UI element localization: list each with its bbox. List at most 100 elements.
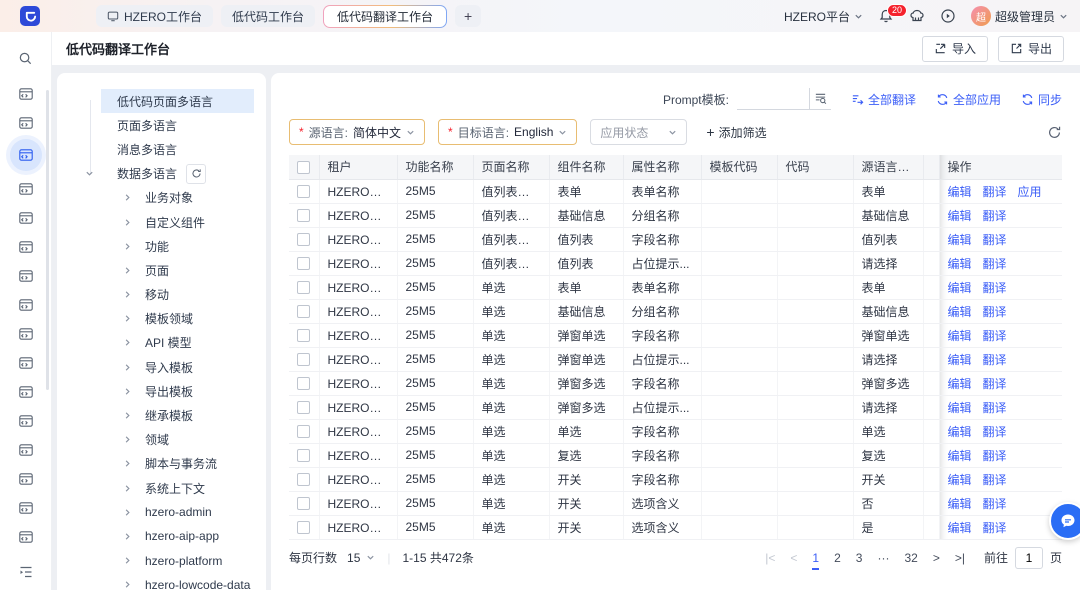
- menu-item-页面多语言[interactable]: 页面多语言: [57, 113, 266, 137]
- row-checkbox[interactable]: [297, 281, 310, 294]
- row-checkbox[interactable]: [297, 353, 310, 366]
- chevron-right-icon[interactable]: [123, 242, 132, 251]
- menu-item-hzero-lowcode-data[interactable]: hzero-lowcode-data: [57, 573, 266, 590]
- row-checkbox[interactable]: [297, 425, 310, 438]
- page-code-icon[interactable]: [10, 174, 42, 203]
- chevron-right-icon[interactable]: [123, 435, 132, 444]
- sliders-icon[interactable]: [10, 406, 42, 435]
- action-link-翻译[interactable]: 翻译: [983, 209, 1007, 223]
- action-link-编辑[interactable]: 编辑: [948, 257, 972, 271]
- row-checkbox[interactable]: [297, 209, 310, 222]
- row-checkbox[interactable]: [297, 305, 310, 318]
- page-number-2[interactable]: 2: [834, 551, 841, 565]
- action-link-翻译[interactable]: 翻译: [983, 473, 1007, 487]
- menu-refresh-button[interactable]: [186, 164, 206, 184]
- menu-item-导入模板[interactable]: 导入模板: [57, 355, 266, 379]
- form-list-icon[interactable]: [10, 319, 42, 348]
- chevron-right-icon[interactable]: [123, 338, 132, 347]
- action-link-翻译[interactable]: 翻译: [983, 521, 1007, 535]
- menu-item-数据多语言[interactable]: 数据多语言: [57, 162, 266, 186]
- action-link-翻译[interactable]: 翻译: [983, 305, 1007, 319]
- action-link-编辑[interactable]: 编辑: [948, 233, 972, 247]
- action-link-翻译[interactable]: 翻译: [983, 497, 1007, 511]
- page-number-32[interactable]: 32: [904, 551, 917, 565]
- menu-item-API-模型[interactable]: API 模型: [57, 331, 266, 355]
- sync-button[interactable]: 同步: [1021, 91, 1062, 108]
- prompt-template-input[interactable]: [737, 89, 809, 109]
- row-checkbox[interactable]: [297, 497, 310, 510]
- row-checkbox[interactable]: [297, 521, 310, 534]
- row-checkbox[interactable]: [297, 473, 310, 486]
- action-link-编辑[interactable]: 编辑: [948, 281, 972, 295]
- action-link-编辑[interactable]: 编辑: [948, 305, 972, 319]
- menu-item-模板领域[interactable]: 模板领域: [57, 307, 266, 331]
- menu-item-hzero-admin[interactable]: hzero-admin: [57, 500, 266, 524]
- select-all-checkbox[interactable]: [297, 161, 310, 174]
- action-link-编辑[interactable]: 编辑: [948, 329, 972, 343]
- translate-all-button[interactable]: 全部翻译: [851, 91, 916, 108]
- sitemap-icon[interactable]: [10, 290, 42, 319]
- export-button[interactable]: 导出: [998, 36, 1064, 62]
- row-checkbox[interactable]: [297, 233, 310, 246]
- chevron-down-icon[interactable]: [85, 169, 94, 178]
- import-template-icon[interactable]: [10, 377, 42, 406]
- rows-per-page-select[interactable]: 15: [347, 551, 375, 565]
- action-link-翻译[interactable]: 翻译: [983, 281, 1007, 295]
- chevron-right-icon[interactable]: [123, 387, 132, 396]
- mail-settings-icon[interactable]: [10, 232, 42, 261]
- chevron-right-icon[interactable]: [123, 290, 132, 299]
- chat-assistant-button[interactable]: [1049, 502, 1080, 540]
- last-page-button[interactable]: >|: [955, 551, 965, 565]
- action-link-编辑[interactable]: 编辑: [948, 209, 972, 223]
- folder-gear-icon[interactable]: [10, 261, 42, 290]
- goto-page-input[interactable]: [1015, 547, 1043, 569]
- chevron-right-icon[interactable]: [123, 218, 132, 227]
- action-link-翻译[interactable]: 翻译: [983, 377, 1007, 391]
- row-checkbox[interactable]: [297, 377, 310, 390]
- action-link-翻译[interactable]: 翻译: [983, 233, 1007, 247]
- action-link-编辑[interactable]: 编辑: [948, 185, 972, 199]
- row-checkbox[interactable]: [297, 185, 310, 198]
- new-tab-button[interactable]: +: [455, 5, 481, 27]
- chevron-right-icon[interactable]: [123, 314, 132, 323]
- action-link-编辑[interactable]: 编辑: [948, 401, 972, 415]
- add-filter-button[interactable]: + 添加筛选: [706, 124, 766, 141]
- action-link-翻译[interactable]: 翻译: [983, 329, 1007, 343]
- user-menu[interactable]: 超 超级管理员: [971, 6, 1068, 26]
- page-ellipsis[interactable]: ···: [877, 551, 889, 565]
- chevron-right-icon[interactable]: [123, 266, 132, 275]
- lookup-icon[interactable]: [809, 88, 831, 109]
- action-link-编辑[interactable]: 编辑: [948, 473, 972, 487]
- apply-status-select[interactable]: 应用状态: [590, 119, 687, 145]
- action-link-编辑[interactable]: 编辑: [948, 353, 972, 367]
- menu-item-继承模板[interactable]: 继承模板: [57, 403, 266, 427]
- app-card-icon[interactable]: [10, 79, 42, 108]
- action-link-翻译[interactable]: 翻译: [983, 257, 1007, 271]
- action-link-编辑[interactable]: 编辑: [948, 521, 972, 535]
- chevron-right-icon[interactable]: [123, 459, 132, 468]
- chevron-right-icon[interactable]: [123, 193, 132, 202]
- monitor-card-icon[interactable]: [10, 464, 42, 493]
- apply-all-button[interactable]: 全部应用: [936, 91, 1001, 108]
- action-link-翻译[interactable]: 翻译: [983, 449, 1007, 463]
- menu-item-hzero-aip-app[interactable]: hzero-aip-app: [57, 524, 266, 548]
- prev-page-button[interactable]: <: [790, 551, 797, 565]
- menu-item-脚本与事务流[interactable]: 脚本与事务流: [57, 452, 266, 476]
- platform-switcher[interactable]: HZERO平台: [784, 8, 863, 25]
- action-link-翻译[interactable]: 翻译: [983, 425, 1007, 439]
- menu-item-页面[interactable]: 页面: [57, 258, 266, 282]
- image-gear-icon[interactable]: [10, 348, 42, 377]
- action-link-翻译[interactable]: 翻译: [983, 353, 1007, 367]
- chevron-right-icon[interactable]: [123, 484, 132, 493]
- import-button[interactable]: 导入: [922, 36, 988, 62]
- action-link-翻译[interactable]: 翻译: [983, 401, 1007, 415]
- refresh-table-button[interactable]: [1047, 125, 1062, 140]
- menu-item-消息多语言[interactable]: 消息多语言: [57, 137, 266, 161]
- action-link-编辑[interactable]: 编辑: [948, 497, 972, 511]
- next-page-button[interactable]: >: [933, 551, 940, 565]
- action-link-编辑[interactable]: 编辑: [948, 425, 972, 439]
- menu-item-导出模板[interactable]: 导出模板: [57, 379, 266, 403]
- lowcode-translate-icon[interactable]: [10, 139, 42, 171]
- hzero-logo-icon[interactable]: [20, 6, 40, 26]
- menu-item-领域[interactable]: 领域: [57, 428, 266, 452]
